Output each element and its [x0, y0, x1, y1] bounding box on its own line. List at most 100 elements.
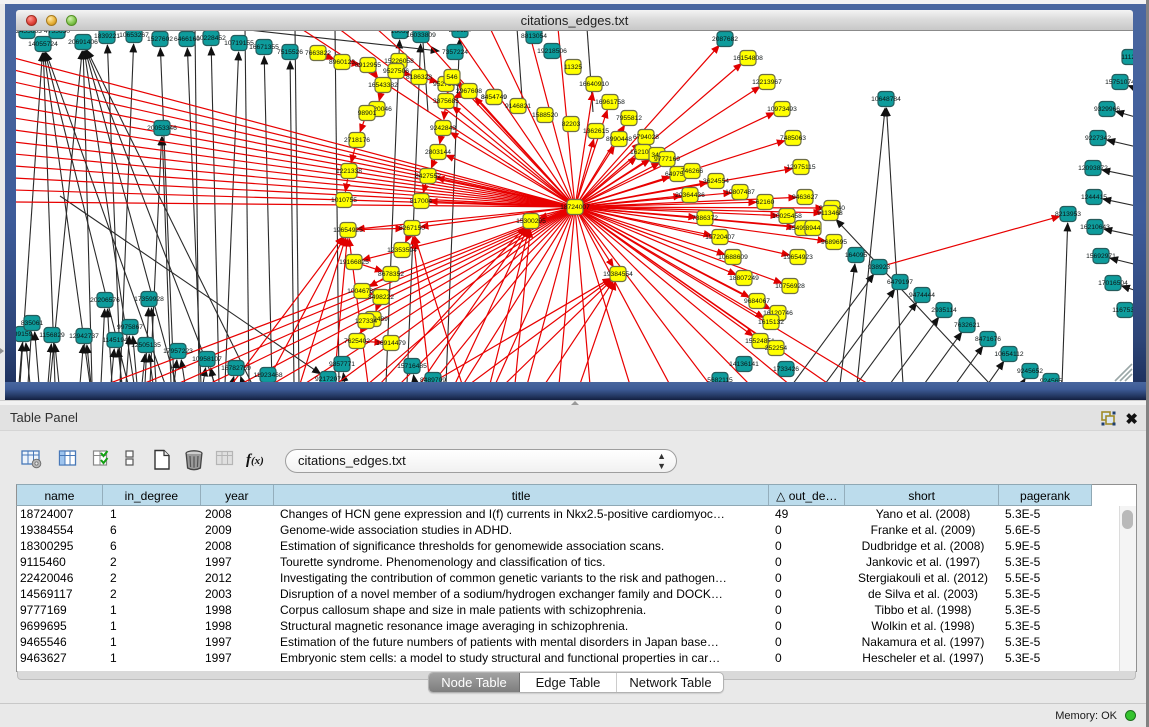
svg-text:1145194: 1145194: [102, 337, 128, 344]
svg-text:9329966: 9329966: [1094, 106, 1120, 113]
svg-text:10958107: 10958107: [192, 356, 222, 363]
svg-text:10025458: 10025458: [772, 213, 802, 220]
svg-text:20364436: 20364436: [675, 192, 705, 199]
svg-text:11923468: 11923468: [253, 372, 283, 379]
svg-text:9245652: 9245652: [1017, 368, 1043, 375]
svg-text:8813054: 8813054: [521, 33, 547, 40]
svg-text:8186328: 8186328: [406, 74, 432, 81]
svg-text:20206576: 20206576: [90, 297, 120, 304]
svg-text:3875685: 3875685: [433, 98, 459, 105]
svg-text:15716485: 15716485: [397, 363, 427, 370]
svg-text:1167534: 1167534: [1112, 307, 1133, 314]
svg-text:19654925: 19654925: [333, 227, 363, 234]
svg-text:15720407: 15720407: [705, 234, 735, 241]
svg-text:16543382: 16543382: [368, 82, 398, 89]
svg-text:8960123: 8960123: [329, 59, 355, 66]
svg-text:12213967: 12213967: [752, 79, 782, 86]
svg-text:9857771: 9857771: [329, 361, 355, 368]
svg-text:6794028: 6794028: [633, 134, 659, 141]
svg-text:12505135: 12505135: [131, 342, 161, 349]
svg-text:7663822: 7663822: [305, 50, 331, 57]
svg-text:16782759: 16782759: [221, 365, 251, 372]
svg-text:16914479: 16914479: [376, 340, 406, 347]
svg-text:1733426: 1733426: [773, 366, 799, 373]
svg-text:9217207: 9217207: [315, 376, 341, 382]
svg-text:252254: 252254: [765, 345, 788, 352]
svg-text:9227342: 9227342: [1085, 135, 1111, 142]
svg-text:1156829: 1156829: [39, 332, 65, 339]
svg-text:14055724: 14055724: [28, 41, 58, 48]
svg-text:22455603: 22455603: [16, 31, 42, 35]
svg-text:10653267: 10653267: [119, 32, 149, 39]
svg-text:1362615: 1362615: [583, 128, 609, 135]
svg-text:546: 546: [446, 74, 457, 81]
svg-text:10688609: 10688609: [718, 254, 748, 261]
svg-text:10756928: 10756928: [775, 283, 805, 290]
svg-text:8267150: 8267150: [399, 225, 425, 232]
svg-text:5682115: 5682115: [707, 377, 733, 382]
svg-text:8912955: 8912955: [355, 62, 381, 69]
svg-text:19218506: 19218506: [537, 48, 567, 55]
svg-text:20691406: 20691406: [68, 39, 98, 46]
svg-text:16154808: 16154808: [733, 55, 763, 62]
svg-text:8944: 8944: [806, 225, 821, 232]
svg-text:208124: 208124: [449, 31, 472, 34]
svg-text:7632621: 7632621: [954, 322, 980, 329]
svg-text:835061: 835061: [21, 320, 44, 327]
svg-text:12975115: 12975115: [786, 164, 816, 171]
svg-text:12093872: 12093872: [1078, 165, 1108, 172]
svg-text:16640910: 16640910: [579, 81, 609, 88]
svg-text:1010755: 1010755: [331, 197, 357, 204]
svg-text:1527602: 1527602: [147, 36, 173, 43]
svg-text:16210643: 16210643: [1080, 224, 1110, 231]
svg-text:7386372: 7386372: [692, 215, 718, 222]
svg-text:39159: 39159: [16, 331, 33, 338]
svg-text:16033809: 16033809: [406, 32, 436, 39]
svg-text:924565: 924565: [1040, 378, 1063, 382]
svg-text:2967608: 2967608: [456, 88, 482, 95]
svg-text:746266: 746266: [681, 168, 704, 175]
svg-text:82203: 82203: [562, 121, 581, 128]
svg-text:9975867: 9975867: [117, 324, 143, 331]
svg-text:15751074: 15751074: [1105, 79, 1133, 86]
svg-text:817004: 817004: [410, 198, 433, 205]
svg-text:2087682: 2087682: [712, 36, 738, 43]
svg-text:7515526: 7515526: [277, 49, 303, 56]
svg-text:127334: 127334: [355, 318, 378, 325]
svg-text:1615132: 1615132: [758, 319, 784, 326]
svg-text:3624554: 3624554: [703, 178, 729, 185]
svg-text:1588520: 1588520: [532, 112, 558, 119]
svg-text:9113468: 9113468: [817, 210, 843, 217]
svg-text:9242848: 9242848: [430, 125, 456, 132]
svg-text:9689695: 9689695: [821, 239, 847, 246]
svg-text:9474444: 9474444: [909, 292, 935, 299]
svg-text:4735650: 4735650: [44, 31, 70, 35]
svg-text:3498222: 3498222: [368, 294, 394, 301]
svg-text:2803144: 2803144: [425, 149, 451, 156]
svg-text:938923: 938923: [868, 264, 891, 271]
svg-text:9146821: 9146821: [505, 103, 531, 110]
svg-text:7485063: 7485063: [780, 135, 806, 142]
svg-text:17016504: 17016504: [1098, 280, 1128, 287]
svg-text:8678352: 8678352: [378, 271, 404, 278]
svg-text:20053346: 20053346: [147, 125, 177, 132]
svg-text:12353594: 12353594: [387, 247, 417, 254]
svg-text:18724007: 18724007: [560, 204, 590, 211]
svg-text:8489709: 8489709: [420, 377, 446, 382]
svg-text:17359928: 17359928: [134, 296, 164, 303]
svg-text:164095: 164095: [845, 252, 868, 259]
svg-text:8427552: 8427552: [415, 173, 441, 180]
svg-text:6479197: 6479197: [887, 279, 913, 286]
svg-text:14136141: 14136141: [729, 361, 759, 368]
svg-text:9684067: 9684067: [744, 298, 770, 305]
svg-text:17957223: 17957223: [163, 348, 193, 355]
svg-text:12942737: 12942737: [69, 333, 99, 340]
svg-text:8454749: 8454749: [481, 94, 507, 101]
svg-text:9777169: 9777169: [654, 156, 680, 163]
svg-text:11123: 11123: [1121, 54, 1133, 61]
svg-text:15692971: 15692971: [1086, 253, 1116, 260]
svg-text:18807249: 18807249: [729, 275, 759, 282]
svg-text:8990448: 8990448: [606, 136, 632, 143]
svg-text:2718176: 2718176: [344, 137, 370, 144]
svg-text:1839221: 1839221: [94, 33, 120, 40]
